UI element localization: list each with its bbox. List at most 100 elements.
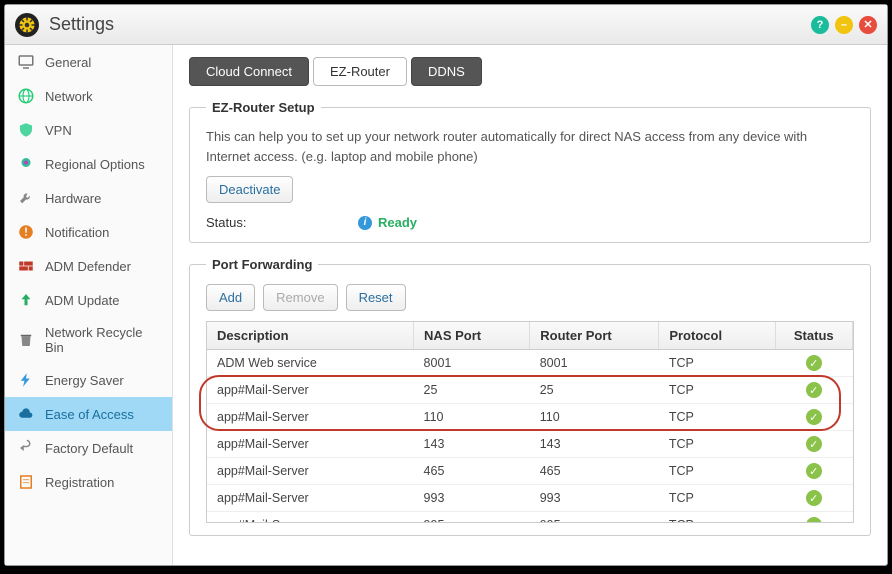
status-value: Ready (378, 215, 417, 230)
sidebar-item-adm-defender[interactable]: ADM Defender (5, 249, 172, 283)
bolt-icon (17, 371, 35, 389)
cell-router-port: 110 (530, 404, 659, 431)
help-button[interactable]: ? (811, 16, 829, 34)
ezrouter-setup-group: EZ-Router Setup This can help you to set… (189, 100, 871, 243)
sidebar-item-ease-of-access[interactable]: Ease of Access (5, 397, 172, 431)
cell-nas-port: 8001 (414, 350, 530, 377)
minimize-button[interactable]: – (835, 16, 853, 34)
deactivate-button[interactable]: Deactivate (206, 176, 293, 203)
wrench-icon (17, 189, 35, 207)
col-router-port[interactable]: Router Port (530, 322, 659, 350)
port-forwarding-legend: Port Forwarding (206, 257, 318, 272)
add-button[interactable]: Add (206, 284, 255, 311)
col-nas-port[interactable]: NAS Port (414, 322, 530, 350)
content-area: Cloud ConnectEZ-RouterDDNS EZ-Router Set… (173, 45, 887, 565)
status-ok-icon: ✓ (806, 355, 822, 371)
cell-protocol: TCP (659, 377, 775, 404)
ezrouter-legend: EZ-Router Setup (206, 100, 321, 115)
shield-icon (17, 121, 35, 139)
sidebar-item-registration[interactable]: Registration (5, 465, 172, 499)
tab-ez-router[interactable]: EZ-Router (313, 57, 407, 86)
status-label: Status: (206, 215, 346, 230)
settings-window: Settings ? – ✕ General Network VPN Regional… (4, 4, 888, 566)
status-ok-icon: ✓ (806, 463, 822, 479)
sidebar-item-adm-update[interactable]: ADM Update (5, 283, 172, 317)
status-ok-icon: ✓ (806, 490, 822, 506)
table-row[interactable]: app#Mail-Server 995 995 TCP ✓ (207, 512, 853, 523)
cell-nas-port: 995 (414, 512, 530, 523)
sidebar-item-energy-saver[interactable]: Energy Saver (5, 363, 172, 397)
firewall-icon (17, 257, 35, 275)
cell-router-port: 25 (530, 377, 659, 404)
cell-nas-port: 993 (414, 485, 530, 512)
close-button[interactable]: ✕ (859, 16, 877, 34)
reset-button[interactable]: Reset (346, 284, 406, 311)
cloud-icon (17, 405, 35, 423)
cell-description: app#Mail-Server (207, 431, 414, 458)
undo-icon (17, 439, 35, 457)
cell-protocol: TCP (659, 458, 775, 485)
sidebar-item-notification[interactable]: Notification (5, 215, 172, 249)
cell-description: ADM Web service (207, 350, 414, 377)
monitor-icon (17, 53, 35, 71)
table-row[interactable]: ADM Web service 8001 8001 TCP ✓ (207, 350, 853, 377)
sidebar-item-label: Registration (45, 475, 114, 490)
tab-ddns[interactable]: DDNS (411, 57, 482, 86)
info-icon: i (358, 216, 372, 230)
status-ok-icon: ✓ (806, 409, 822, 425)
sidebar-item-label: Ease of Access (45, 407, 134, 422)
cell-status: ✓ (775, 458, 852, 485)
sidebar-item-label: Notification (45, 225, 109, 240)
tab-cloud-connect[interactable]: Cloud Connect (189, 57, 309, 86)
col-description[interactable]: Description (207, 322, 414, 350)
cell-nas-port: 465 (414, 458, 530, 485)
cell-protocol: TCP (659, 431, 775, 458)
table-row[interactable]: app#Mail-Server 110 110 TCP ✓ (207, 404, 853, 431)
sidebar-item-vpn[interactable]: VPN (5, 113, 172, 147)
table-row[interactable]: app#Mail-Server 25 25 TCP ✓ (207, 377, 853, 404)
cell-status: ✓ (775, 350, 852, 377)
sidebar-item-network-recycle-bin[interactable]: Network Recycle Bin (5, 317, 172, 363)
sidebar-item-label: ADM Update (45, 293, 119, 308)
warn-icon (17, 223, 35, 241)
cell-nas-port: 25 (414, 377, 530, 404)
sidebar: General Network VPN Regional Options Hardwar… (5, 45, 173, 565)
table-scroll[interactable]: Description NAS Port Router Port Protoco… (207, 322, 853, 522)
sidebar-item-network[interactable]: Network (5, 79, 172, 113)
sidebar-item-label: ADM Defender (45, 259, 131, 274)
tab-bar: Cloud ConnectEZ-RouterDDNS (189, 57, 871, 86)
sidebar-item-label: VPN (45, 123, 72, 138)
cell-description: app#Mail-Server (207, 404, 414, 431)
ezrouter-description: This can help you to set up your network… (206, 127, 854, 166)
cell-description: app#Mail-Server (207, 512, 414, 523)
cell-nas-port: 143 (414, 431, 530, 458)
table-row[interactable]: app#Mail-Server 465 465 TCP ✓ (207, 458, 853, 485)
status-ok-icon: ✓ (806, 517, 822, 522)
globe-icon (17, 87, 35, 105)
port-forwarding-table: Description NAS Port Router Port Protoco… (207, 322, 853, 522)
sidebar-item-hardware[interactable]: Hardware (5, 181, 172, 215)
pin-icon (17, 155, 35, 173)
sidebar-item-regional-options[interactable]: Regional Options (5, 147, 172, 181)
sidebar-item-factory-default[interactable]: Factory Default (5, 431, 172, 465)
sidebar-item-label: Factory Default (45, 441, 133, 456)
table-row[interactable]: app#Mail-Server 143 143 TCP ✓ (207, 431, 853, 458)
remove-button[interactable]: Remove (263, 284, 337, 311)
cell-status: ✓ (775, 404, 852, 431)
col-status[interactable]: Status (775, 322, 852, 350)
window-title: Settings (49, 14, 114, 35)
title-bar: Settings ? – ✕ (5, 5, 887, 45)
cell-description: app#Mail-Server (207, 485, 414, 512)
cell-nas-port: 110 (414, 404, 530, 431)
col-protocol[interactable]: Protocol (659, 322, 775, 350)
table-row[interactable]: app#Mail-Server 993 993 TCP ✓ (207, 485, 853, 512)
sidebar-item-label: Regional Options (45, 157, 145, 172)
port-forwarding-group: Port Forwarding Add Remove Reset Descrip… (189, 257, 871, 536)
cell-status: ✓ (775, 512, 852, 523)
cell-protocol: TCP (659, 404, 775, 431)
sidebar-item-general[interactable]: General (5, 45, 172, 79)
form-icon (17, 473, 35, 491)
cell-protocol: TCP (659, 485, 775, 512)
cell-protocol: TCP (659, 350, 775, 377)
sidebar-item-label: Network (45, 89, 93, 104)
